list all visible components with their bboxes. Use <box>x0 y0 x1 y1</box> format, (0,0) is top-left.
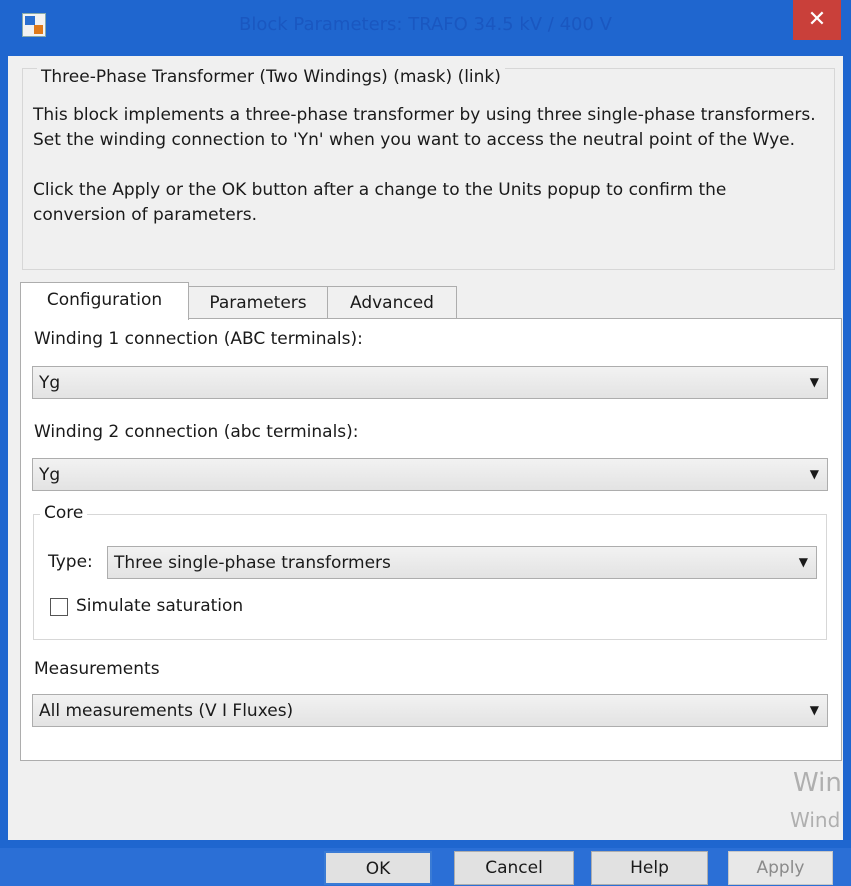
winding1-value: Yg <box>39 373 61 393</box>
measurements-dropdown[interactable]: All measurements (V I Fluxes) ▼ <box>32 694 828 727</box>
cancel-button[interactable]: Cancel <box>454 851 574 885</box>
chevron-down-icon: ▼ <box>809 467 819 481</box>
chevron-down-icon: ▼ <box>809 703 819 717</box>
chevron-down-icon: ▼ <box>798 555 808 569</box>
tab-parameters[interactable]: Parameters <box>187 286 329 319</box>
description-group: Three-Phase Transformer (Two Windings) (… <box>22 67 835 270</box>
simulate-saturation-checkbox[interactable] <box>50 598 68 616</box>
simulate-saturation-label[interactable]: Simulate saturation <box>76 596 243 616</box>
winding2-label: Winding 2 connection (abc terminals): <box>34 422 359 442</box>
window-title: Block Parameters: TRAFO 34.5 kV / 400 V <box>239 14 612 35</box>
tab-configuration[interactable]: Configuration <box>20 282 189 320</box>
core-type-dropdown[interactable]: Three single-phase transformers ▼ <box>107 546 817 579</box>
winding2-dropdown[interactable]: Yg ▼ <box>32 458 828 491</box>
windows-activation-watermark-line2: Wind <box>790 808 841 832</box>
measurements-value: All measurements (V I Fluxes) <box>39 701 294 721</box>
description-text: This block implements a three-phase tran… <box>33 103 823 253</box>
description-paragraph-1: This block implements a three-phase tran… <box>33 105 816 150</box>
core-type-label: Type: <box>48 552 93 572</box>
core-type-value: Three single-phase transformers <box>114 553 391 573</box>
measurements-label: Measurements <box>34 659 160 679</box>
core-group-label: Core <box>40 503 88 523</box>
winding1-label: Winding 1 connection (ABC terminals): <box>34 329 363 349</box>
ok-button[interactable]: OK <box>324 851 432 885</box>
tab-advanced[interactable]: Advanced <box>327 286 457 319</box>
winding2-value: Yg <box>39 465 61 485</box>
core-group: Core Type: Three single-phase transforme… <box>33 503 827 640</box>
description-paragraph-2: Click the Apply or the OK button after a… <box>33 180 727 225</box>
windows-activation-watermark-line1: Win <box>793 768 842 798</box>
dialog-body: Three-Phase Transformer (Two Windings) (… <box>8 56 843 885</box>
help-button[interactable]: Help <box>591 851 708 885</box>
configuration-panel: Winding 1 connection (ABC terminals): Yg… <box>20 318 842 761</box>
title-bar[interactable]: Block Parameters: TRAFO 34.5 kV / 400 V … <box>0 0 851 55</box>
winding1-dropdown[interactable]: Yg ▼ <box>32 366 828 399</box>
chevron-down-icon: ▼ <box>809 375 819 389</box>
close-button[interactable]: ✕ <box>793 0 841 40</box>
description-group-label: Three-Phase Transformer (Two Windings) (… <box>37 67 505 87</box>
apply-button[interactable]: Apply <box>728 851 833 885</box>
dialog-window: Block Parameters: TRAFO 34.5 kV / 400 V … <box>0 0 851 885</box>
